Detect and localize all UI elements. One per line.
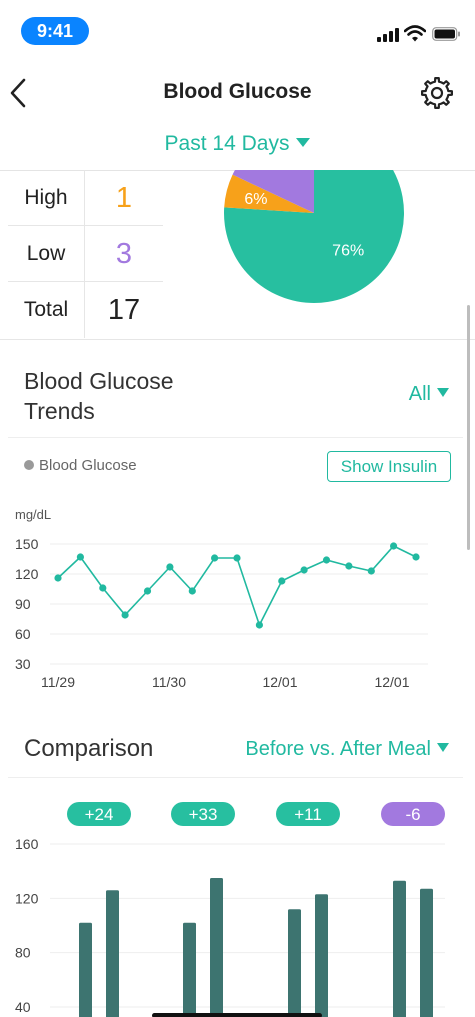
bar-after-meal[interactable] — [420, 888, 433, 1017]
status-time: 9:41 — [21, 17, 89, 45]
status-bar: 9:41 — [0, 0, 475, 60]
home-indicator[interactable] — [152, 1013, 322, 1017]
caret-down-icon — [296, 138, 311, 147]
glucose-range-pie-chart: 76% 6% 18% — [222, 170, 406, 312]
summary-table: High 1 Low 3 Total 17 — [8, 170, 163, 338]
comparison-title: Comparison — [24, 735, 154, 762]
y-tick-label: 120 — [15, 566, 39, 582]
data-point[interactable] — [76, 553, 84, 561]
comparison-filter-label: Before vs. After Meal — [245, 738, 431, 760]
data-point[interactable] — [54, 574, 62, 582]
data-point[interactable] — [255, 621, 263, 629]
legend-label: Blood Glucose — [39, 457, 137, 474]
bar-after-meal[interactable] — [210, 878, 223, 1017]
x-tick-label: 11/29 — [41, 674, 75, 690]
data-point[interactable] — [143, 587, 152, 595]
blood-glucose-line-chart: mg/dL 150 120 90 60 30 11/29 11/30 12/01 12/01 — [15, 507, 428, 690]
bar-after-meal[interactable] — [106, 890, 119, 1017]
y-tick-label: 120 — [15, 890, 39, 906]
comparison-filter-dropdown[interactable]: Before vs. After Meal — [245, 738, 449, 761]
x-tick-label: 12/01 — [374, 674, 409, 690]
caret-down-icon — [437, 388, 449, 397]
data-point[interactable] — [99, 584, 107, 592]
trends-filter-label: All — [408, 383, 431, 405]
summary-row-high: High 1 — [8, 170, 163, 226]
difference-badge-label: +11 — [294, 805, 322, 824]
caret-down-icon — [437, 743, 449, 752]
difference-badge-label: +33 — [189, 805, 218, 824]
navigation-bar: Blood Glucose — [0, 64, 475, 122]
trends-title: Blood Glucose Trends — [24, 368, 174, 424]
x-tick-label: 12/01 — [262, 674, 297, 690]
divider — [0, 339, 475, 340]
bar-before-meal[interactable] — [183, 922, 196, 1017]
summary-label: High — [8, 170, 85, 225]
summary-label: Total — [8, 282, 85, 338]
period-dropdown[interactable]: Past 14 Days — [0, 132, 475, 156]
pie-chart-svg: 76%6%18% — [224, 170, 404, 303]
summary-label: Low — [8, 226, 85, 281]
cellular-signal-icon — [377, 28, 399, 42]
y-tick-label: 160 — [15, 836, 39, 852]
data-point[interactable] — [188, 587, 196, 595]
pie-slice-label: 6% — [244, 191, 267, 208]
y-tick-label: 30 — [15, 656, 31, 672]
page-title: Blood Glucose — [163, 80, 312, 103]
legend-dot-icon — [24, 460, 34, 470]
data-point[interactable] — [166, 563, 174, 571]
data-point[interactable] — [367, 567, 375, 575]
x-tick-label: 11/30 — [152, 674, 186, 690]
y-axis-unit-label: mg/dL — [15, 507, 51, 522]
bar-before-meal[interactable] — [79, 922, 92, 1017]
data-point[interactable] — [233, 554, 241, 562]
divider — [8, 437, 463, 438]
difference-badge-label: +24 — [85, 805, 114, 824]
chart-legend: Blood Glucose — [24, 457, 137, 474]
scroll-indicator[interactable] — [467, 305, 470, 550]
data-point[interactable] — [211, 554, 219, 562]
y-tick-label: 80 — [15, 945, 31, 961]
divider — [8, 777, 463, 778]
y-tick-label: 60 — [15, 626, 31, 642]
summary-value-low: 3 — [115, 238, 133, 270]
bar-before-meal[interactable] — [288, 909, 301, 1017]
data-point[interactable] — [322, 556, 331, 564]
difference-badge-label: -6 — [405, 805, 420, 824]
y-tick-label: 90 — [15, 596, 31, 612]
gear-icon[interactable] — [418, 74, 456, 112]
data-point[interactable] — [412, 553, 420, 561]
show-insulin-button[interactable]: Show Insulin — [327, 451, 451, 482]
trends-filter-dropdown[interactable]: All — [409, 383, 449, 406]
period-label: Past 14 Days — [164, 132, 290, 155]
y-tick-label: 40 — [15, 999, 31, 1015]
summary-value-high: 1 — [115, 182, 133, 214]
data-point[interactable] — [345, 562, 353, 570]
summary-value-total: 17 — [107, 294, 141, 326]
y-tick-label: 150 — [15, 536, 39, 552]
battery-icon — [432, 27, 460, 41]
bar-after-meal[interactable] — [315, 894, 328, 1017]
data-point[interactable] — [300, 566, 308, 574]
meal-comparison-bar-chart: 160 120 80 40 +24 +33 +11 -6 — [15, 802, 445, 1017]
wifi-icon — [404, 25, 426, 42]
data-point[interactable] — [278, 577, 286, 585]
summary-row-total: Total 17 — [8, 282, 163, 338]
data-point[interactable] — [390, 542, 398, 550]
summary-row-low: Low 3 — [8, 226, 163, 282]
data-point[interactable] — [121, 611, 129, 619]
pie-slice-label: 76% — [332, 242, 364, 259]
bar-before-meal[interactable] — [393, 880, 406, 1017]
